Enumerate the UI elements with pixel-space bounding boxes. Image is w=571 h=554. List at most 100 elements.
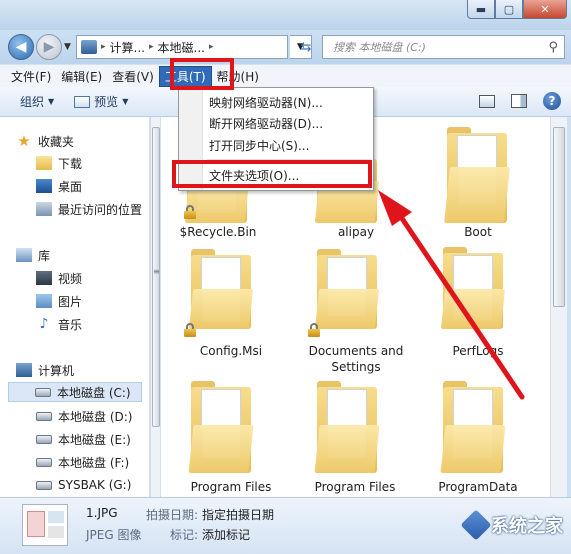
nav-drive-g[interactable]: SYSBAK (G:) [36,475,131,495]
preview-pane-icon[interactable] [511,94,527,108]
details-date-value[interactable]: 指定拍摄日期 [202,506,274,523]
nav-recent-label: 最近访问的位置 [58,202,143,217]
menu-view[interactable]: 查看(V) [107,66,159,87]
nav-computer[interactable]: 计算机 [16,360,74,380]
highlight-tools-menu [170,58,234,90]
nav-drive-e[interactable]: 本地磁盘 (E:) [36,429,131,449]
file-name[interactable]: Program Files [290,479,420,495]
preview-button[interactable]: 预览 ▼ [74,93,128,110]
nav-pictures[interactable]: 图片 [36,291,82,311]
search-input[interactable]: 搜索 本地磁盘 (C:) ⚲ [322,35,565,59]
maximize-button[interactable]: ▢ [495,0,523,19]
nav-pictures-label: 图片 [58,294,83,309]
nav-drive-g-label: SYSBAK (G:) [58,478,132,492]
nav-recent[interactable]: 最近访问的位置 [36,199,142,219]
drive-icon [36,457,52,467]
folder-icon[interactable] [440,381,506,473]
nav-drive-c[interactable]: 本地磁盘 (C:) [8,382,142,402]
file-list-scrollbar[interactable] [550,117,567,497]
breadcrumb-arrow-icon[interactable]: ▸ [101,42,106,52]
nav-drive-d-label: 本地磁盘 (D:) [58,409,133,424]
drive-icon [36,480,52,490]
breadcrumb-arrow-icon[interactable]: ▸ [149,42,154,52]
menu-bar: 文件(F) 编辑(E) 查看(V) 工具(T) 帮助(H) [0,64,571,87]
nav-videos[interactable]: 视频 [36,268,82,288]
back-button[interactable]: ◀ [8,34,34,60]
folder-icon[interactable] [188,381,254,473]
drive-icon [36,434,52,444]
refresh-icon[interactable]: ⇆ [296,35,316,59]
address-row: ◀ ▶ ▼ ▸ 计算... ▸ 本地磁... ▸ ▼ ⇆ 搜索 本地磁盘 (C:… [0,30,571,64]
nav-favorites[interactable]: ★ 收藏夹 [16,131,74,151]
star-icon: ★ [17,132,31,150]
nav-drive-f[interactable]: 本地磁盘 (F:) [36,452,129,472]
nav-videos-label: 视频 [58,271,83,286]
nav-music-label: 音乐 [58,317,83,332]
address-bar[interactable]: ▸ 计算... ▸ 本地磁... ▸ [76,35,288,59]
folder-icon[interactable] [314,381,380,473]
file-list-scroll-thumb[interactable] [553,127,565,307]
nav-drive-d[interactable]: 本地磁盘 (D:) [36,406,132,426]
nav-favorites-label: 收藏夹 [38,134,75,149]
folder-icon[interactable] [188,249,254,329]
drive-icon [35,387,51,397]
library-icon [16,248,32,262]
pictures-icon [36,294,52,308]
music-note-icon: ♪ [39,316,49,332]
forward-button[interactable]: ▶ [36,34,62,60]
change-view-icon[interactable] [479,94,495,108]
scroll-grip-icon: ≡ [153,267,160,276]
nav-libraries[interactable]: 库 [16,245,50,265]
help-icon[interactable]: ? [543,92,561,110]
file-name[interactable]: Boot [413,224,543,240]
search-icon[interactable]: ⚲ [548,40,558,55]
recent-pages-dropdown-icon[interactable]: ▼ [64,42,71,52]
nav-pane-scroll-thumb[interactable] [152,127,160,427]
nav-drive-e-label: 本地磁盘 (E:) [58,432,131,447]
file-name[interactable]: Documents and Settings [291,343,421,375]
nav-drive-f-label: 本地磁盘 (F:) [58,455,130,470]
details-tag-value[interactable]: 添加标记 [202,526,250,543]
breadcrumb-computer[interactable]: 计算... [110,39,145,56]
nav-drive-c-label: 本地磁盘 (C:) [57,385,131,400]
close-button[interactable]: ✕ [523,0,567,19]
video-icon [36,271,52,285]
watermark-text: 系统之家 [491,516,563,537]
chevron-down-icon: ▼ [48,97,55,106]
file-name[interactable]: Config.Msi [166,343,296,359]
folder-icon[interactable] [440,247,506,329]
nav-libraries-label: 库 [38,248,51,263]
nav-downloads[interactable]: 下载 [36,153,82,173]
downloads-folder-icon [36,156,52,170]
nav-pane-scrollbar[interactable]: ≡ [150,117,160,497]
breadcrumb-arrow-icon[interactable]: ▸ [209,42,214,52]
file-name[interactable]: ProgramData [413,479,543,495]
organize-label: 组织 [20,95,45,109]
desktop-icon [36,179,52,193]
details-filename: 1.JPG [86,506,118,520]
menu-file[interactable]: 文件(F) [6,66,56,87]
computer-icon [81,40,97,54]
file-name[interactable]: alipay [291,224,421,240]
details-date-label: 拍摄日期: [146,508,199,522]
menu-item-map-network-drive[interactable]: 映射网络驱动器(N)... [209,92,323,112]
menu-item-disconnect-network-drive[interactable]: 断开网络驱动器(D)... [209,113,323,133]
file-name[interactable]: PerfLogs [413,343,543,359]
folder-icon[interactable] [444,127,510,223]
menu-item-open-sync-center[interactable]: 打开同步中心(S)... [209,135,309,155]
breadcrumb-local-disk[interactable]: 本地磁... [158,39,205,56]
nav-desktop-label: 桌面 [58,179,83,194]
menu-edit[interactable]: 编辑(E) [56,66,107,87]
folder-icon[interactable] [314,249,380,329]
nav-desktop[interactable]: 桌面 [36,176,82,196]
preview-icon [74,95,91,108]
file-name[interactable]: $Recycle.Bin [153,224,283,240]
minimize-button[interactable]: ▬ [467,0,495,19]
file-name[interactable]: Program Files [166,479,296,495]
nav-music[interactable]: ♪ 音乐 [36,314,82,334]
organize-button[interactable]: 组织 ▼ [20,93,54,110]
lock-icon [307,323,321,337]
recent-places-icon [36,202,52,216]
details-filetype: JPEG 图像 [86,528,142,542]
preview-label: 预览 [94,95,119,109]
